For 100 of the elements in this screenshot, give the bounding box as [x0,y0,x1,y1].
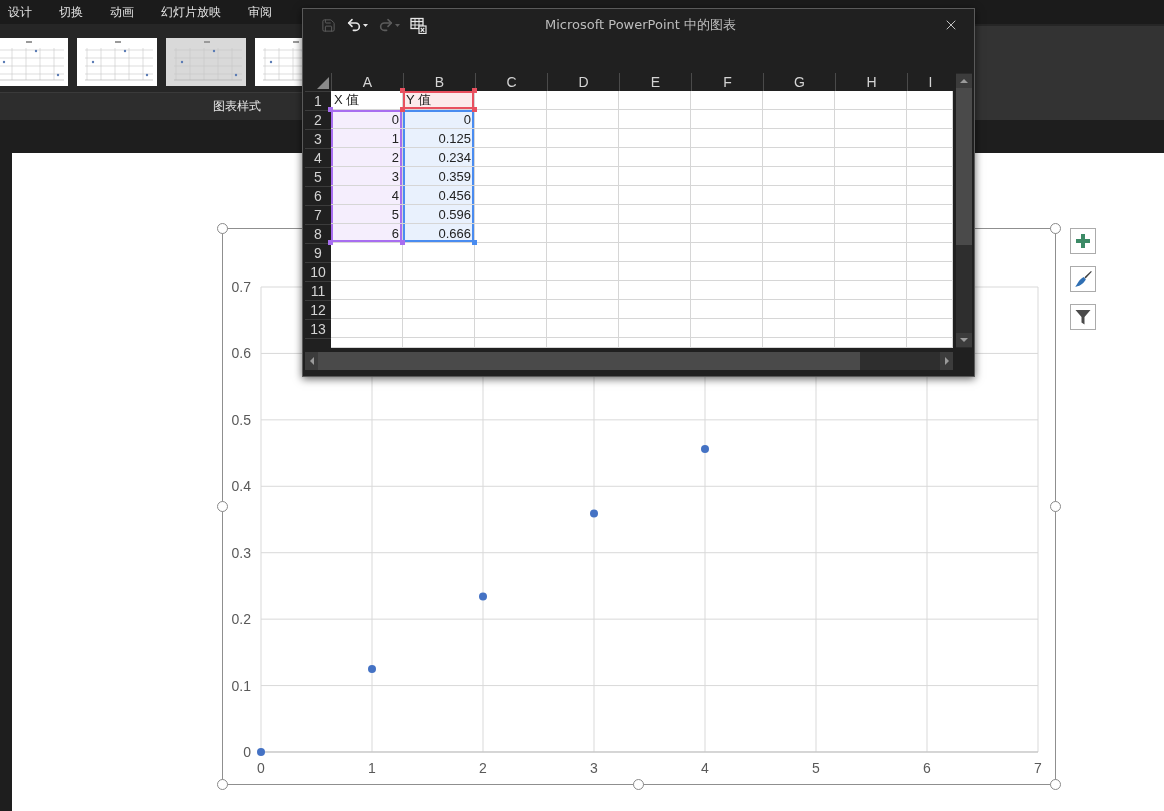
table-cell[interactable] [907,338,953,348]
table-cell[interactable] [835,319,907,338]
range-handle-icon[interactable] [328,240,333,245]
chart-style-button[interactable] [1070,266,1096,292]
scroll-left-button[interactable] [305,352,318,370]
table-cell[interactable] [835,300,907,319]
table-cell[interactable] [691,262,763,281]
table-cell[interactable]: 4 [331,186,403,205]
menu-tab[interactable]: 切换 [53,1,89,23]
table-cell[interactable] [763,129,835,148]
table-cell[interactable] [619,262,691,281]
table-cell[interactable] [403,319,475,338]
add-element-button[interactable] [1070,228,1096,254]
chart-style-thumbnail[interactable] [77,38,157,86]
table-cell[interactable] [475,167,547,186]
table-cell[interactable]: 0.666 [403,224,475,243]
table-cell[interactable]: 0.359 [403,167,475,186]
table-cell[interactable] [691,243,763,262]
table-cell[interactable] [619,167,691,186]
table-cell[interactable] [691,148,763,167]
table-cell[interactable] [907,129,953,148]
table-cell[interactable] [331,243,403,262]
chart-filter-button[interactable] [1070,304,1096,330]
table-cell[interactable] [619,338,691,348]
table-cell[interactable] [907,224,953,243]
menu-tab[interactable]: 幻灯片放映 [155,1,227,23]
table-cell[interactable] [691,319,763,338]
select-all-triangle-icon[interactable] [317,77,329,89]
table-cell[interactable] [907,281,953,300]
table-cell[interactable] [835,129,907,148]
table-cell[interactable] [835,262,907,281]
table-cell[interactable]: 0.456 [403,186,475,205]
range-handle-icon[interactable] [400,240,405,245]
menu-tab[interactable]: 设计 [2,1,38,23]
table-cell[interactable] [619,148,691,167]
table-cell[interactable] [763,300,835,319]
vertical-scrollbar[interactable] [956,73,972,348]
table-cell[interactable] [547,205,619,224]
table-cell[interactable] [763,281,835,300]
table-cell[interactable] [403,243,475,262]
chart-style-thumbnail[interactable] [0,38,68,86]
table-cell[interactable] [547,167,619,186]
table-cell[interactable] [475,205,547,224]
table-cell[interactable]: Y 值 [403,91,475,110]
table-cell[interactable] [907,167,953,186]
horizontal-scrollbar[interactable] [305,352,953,370]
table-cell[interactable]: 3 [331,167,403,186]
table-cell[interactable] [619,91,691,110]
table-cell[interactable] [547,319,619,338]
table-cell[interactable] [763,110,835,129]
table-cell[interactable] [835,148,907,167]
range-handle-icon[interactable] [472,107,477,112]
table-cell[interactable] [475,110,547,129]
table-cell[interactable] [907,186,953,205]
table-cell[interactable] [691,300,763,319]
table-cell[interactable] [691,167,763,186]
table-cell[interactable] [907,262,953,281]
table-cell[interactable] [547,300,619,319]
table-cell[interactable] [547,262,619,281]
table-cell[interactable] [691,186,763,205]
table-cell[interactable] [331,281,403,300]
table-cell[interactable] [763,262,835,281]
menu-tab[interactable]: 审阅 [242,1,278,23]
table-cell[interactable] [619,281,691,300]
table-cell[interactable] [619,224,691,243]
table-cell[interactable]: 1 [331,129,403,148]
table-cell[interactable] [619,205,691,224]
table-cell[interactable]: 6 [331,224,403,243]
table-cell[interactable]: 0.596 [403,205,475,224]
table-cell[interactable] [619,300,691,319]
table-cell[interactable] [907,300,953,319]
table-cell[interactable] [547,186,619,205]
table-cell[interactable] [835,281,907,300]
table-cell[interactable] [763,186,835,205]
table-cell[interactable]: 0.125 [403,129,475,148]
table-cell[interactable] [403,262,475,281]
table-cell[interactable] [619,186,691,205]
table-cell[interactable] [475,243,547,262]
resize-handle[interactable] [217,500,228,512]
scroll-up-button[interactable] [956,74,972,88]
table-cell[interactable]: 5 [331,205,403,224]
table-cell[interactable]: 0.234 [403,148,475,167]
table-cell[interactable]: 0 [403,110,475,129]
table-cell[interactable] [475,300,547,319]
resize-handle[interactable] [633,779,644,790]
resize-handle[interactable] [1050,500,1061,512]
table-cell[interactable] [691,281,763,300]
scrollbar-thumb[interactable] [956,88,972,245]
table-cell[interactable] [403,300,475,319]
table-cell[interactable] [403,281,475,300]
table-cell[interactable] [547,243,619,262]
table-cell[interactable] [835,167,907,186]
menu-tab[interactable]: 动画 [104,1,140,23]
scrollbar-thumb[interactable] [318,352,860,370]
table-cell[interactable] [475,148,547,167]
table-cell[interactable] [475,224,547,243]
table-cell[interactable] [835,205,907,224]
table-cell[interactable] [907,205,953,224]
scroll-down-button[interactable] [956,333,972,347]
table-cell[interactable] [835,186,907,205]
